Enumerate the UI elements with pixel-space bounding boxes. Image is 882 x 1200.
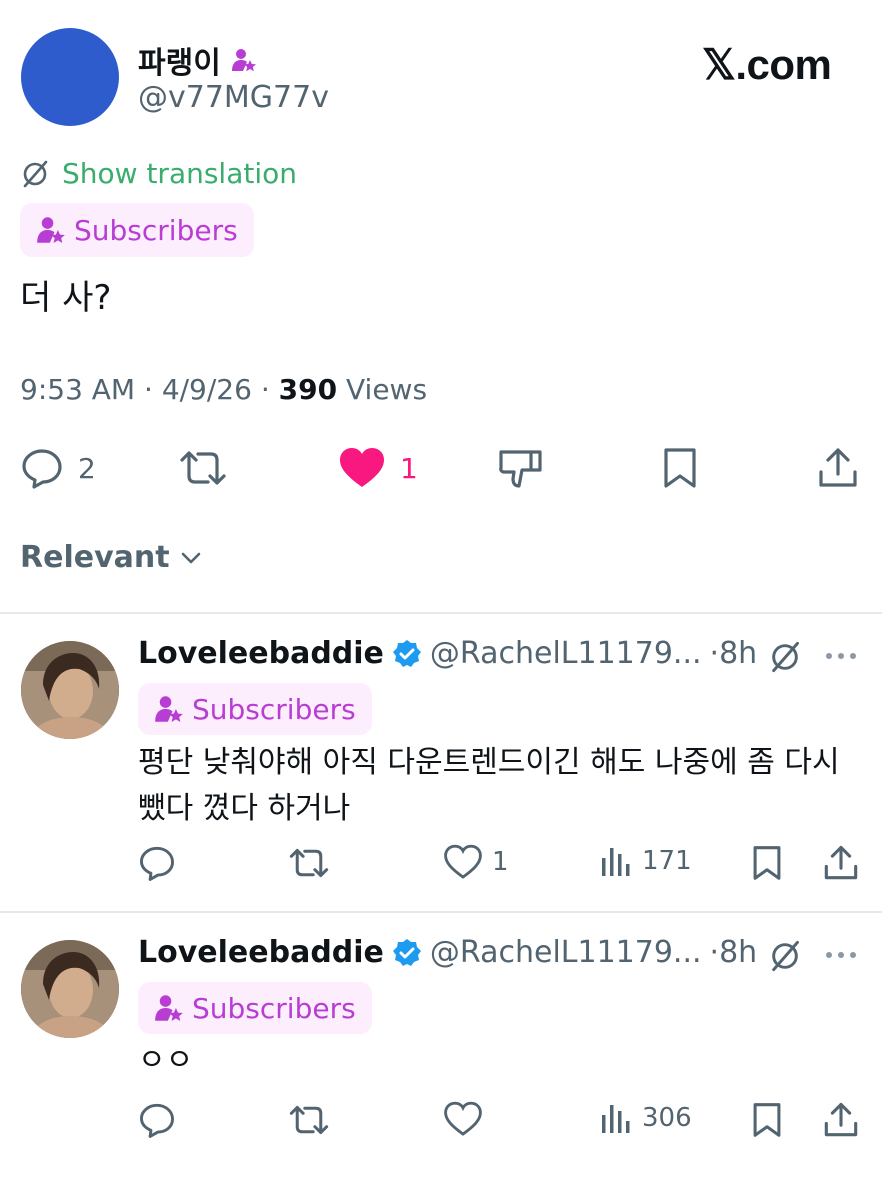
author-handle[interactable]: @v77MG77v	[138, 80, 329, 115]
author-avatar[interactable]	[21, 28, 119, 126]
reply-button[interactable]	[138, 1101, 176, 1139]
sort-label: Relevant	[20, 540, 170, 575]
post-text: 더 사?	[20, 278, 112, 318]
views-count: 306	[642, 1103, 692, 1133]
brand-logo: 𝕏.com	[702, 41, 832, 88]
reply-avatar[interactable]	[21, 641, 119, 739]
reply-count: 2	[78, 451, 96, 485]
reply-author-handle[interactable]: @RachelL11179...	[430, 636, 702, 671]
share-button[interactable]	[822, 844, 860, 882]
views-label: Views	[346, 373, 428, 406]
repost-button[interactable]	[288, 1101, 330, 1139]
analytics-icon	[602, 1105, 630, 1133]
post-date[interactable]: 4/9/26	[162, 373, 252, 406]
reply-translate-button[interactable]	[768, 939, 802, 977]
reply-more-button[interactable]	[824, 644, 858, 672]
share-button[interactable]	[822, 1101, 860, 1139]
meta-separator: ·	[260, 373, 270, 406]
thumbs-down-icon	[499, 450, 542, 488]
translate-icon	[772, 641, 799, 673]
bookmark-icon	[753, 1103, 781, 1137]
views-button[interactable]: 171	[600, 844, 692, 878]
reply-icon	[22, 449, 62, 489]
translate-icon	[772, 940, 799, 972]
reply-translate-button[interactable]	[768, 640, 802, 678]
views-count: 171	[642, 846, 692, 876]
reply-more-button[interactable]	[824, 943, 858, 971]
subscriber-icon	[155, 995, 183, 1022]
verified-badge-icon	[392, 639, 421, 667]
avatar-photo	[21, 641, 119, 739]
sort-dropdown[interactable]: Relevant	[20, 540, 204, 575]
chevron-down-icon	[181, 552, 200, 563]
divider	[0, 612, 882, 614]
post-meta: 9:53 AM · 4/9/26 · 390 Views	[20, 373, 427, 406]
subscribers-badge: Subscribers	[20, 203, 254, 257]
heart-filled-icon	[340, 448, 384, 487]
heart-icon	[444, 1101, 482, 1136]
more-dots-icon	[826, 952, 856, 958]
subscriber-icon	[37, 217, 65, 244]
more-dots-icon	[826, 653, 856, 659]
repost-button[interactable]	[288, 844, 330, 882]
bookmark-icon	[753, 846, 781, 880]
reply-header: Loveleebaddie @RachelL11179... ·8h	[138, 636, 757, 671]
verified-badge-icon	[392, 938, 421, 966]
subscribers-badge-label: Subscribers	[192, 991, 356, 1025]
heart-icon	[444, 844, 482, 879]
repost-icon	[180, 451, 226, 485]
author-name-row[interactable]: 파랭이	[138, 38, 257, 82]
reply-author-name[interactable]: Loveleebaddie	[138, 935, 384, 970]
bookmark-button[interactable]	[750, 1101, 784, 1139]
analytics-icon	[602, 848, 630, 876]
avatar-photo	[21, 940, 119, 1038]
author-name: 파랭이	[138, 46, 221, 81]
subscribers-badge: Subscribers	[138, 982, 372, 1034]
subscribers-badge-label: Subscribers	[74, 213, 238, 247]
reply-text: 평단 낮춰야해 아직 다운트렌드이긴 해도 나중에 좀 다시 뺐다 꼈다 하거나	[138, 745, 840, 826]
bookmark-button[interactable]	[660, 446, 700, 490]
like-button[interactable]	[444, 1101, 482, 1137]
reply-button[interactable]: 2	[20, 446, 96, 490]
reply-text: ㅇㅇ	[138, 1043, 194, 1078]
share-button[interactable]	[816, 446, 860, 490]
translate-label: Show translation	[62, 157, 298, 190]
reply-button[interactable]	[138, 844, 176, 882]
like-button[interactable]: 1	[338, 446, 418, 490]
reply-icon	[139, 846, 175, 881]
post-action-bar: 2 1	[20, 440, 862, 500]
like-count: 1	[492, 847, 509, 877]
bookmark-button[interactable]	[750, 844, 784, 882]
show-translation-link[interactable]: Show translation	[20, 157, 297, 190]
meta-separator: ·	[144, 373, 153, 406]
repost-icon	[289, 848, 329, 878]
reply-time[interactable]: ·8h	[710, 935, 758, 970]
reply-header: Loveleebaddie @RachelL11179... ·8h	[138, 935, 757, 970]
reply-author-handle[interactable]: @RachelL11179...	[430, 935, 702, 970]
like-count: 1	[400, 451, 418, 485]
bookmark-icon	[664, 448, 696, 488]
like-button[interactable]: 1	[444, 844, 509, 880]
subscribers-badge: Subscribers	[138, 683, 372, 735]
repost-icon	[289, 1105, 329, 1135]
subscriber-icon	[231, 49, 256, 72]
subscribers-badge-label: Subscribers	[192, 692, 356, 726]
reply-author-name[interactable]: Loveleebaddie	[138, 636, 384, 671]
share-icon	[824, 845, 858, 880]
downvote-button[interactable]	[498, 446, 544, 490]
views-button[interactable]: 306	[600, 1101, 692, 1135]
share-icon	[824, 1102, 858, 1137]
translate-icon	[23, 160, 48, 187]
divider	[0, 911, 882, 913]
repost-button[interactable]	[178, 446, 228, 490]
share-icon	[819, 448, 857, 487]
reply-time[interactable]: ·8h	[710, 636, 758, 671]
subscriber-icon	[155, 696, 183, 723]
reply-icon	[139, 1103, 175, 1138]
post-time[interactable]: 9:53 AM	[20, 373, 135, 406]
reply-action-bar: 306	[138, 1097, 862, 1147]
reply-avatar[interactable]	[21, 940, 119, 1038]
views-count: 390	[278, 373, 338, 406]
reply-action-bar: 1 171	[138, 840, 862, 890]
